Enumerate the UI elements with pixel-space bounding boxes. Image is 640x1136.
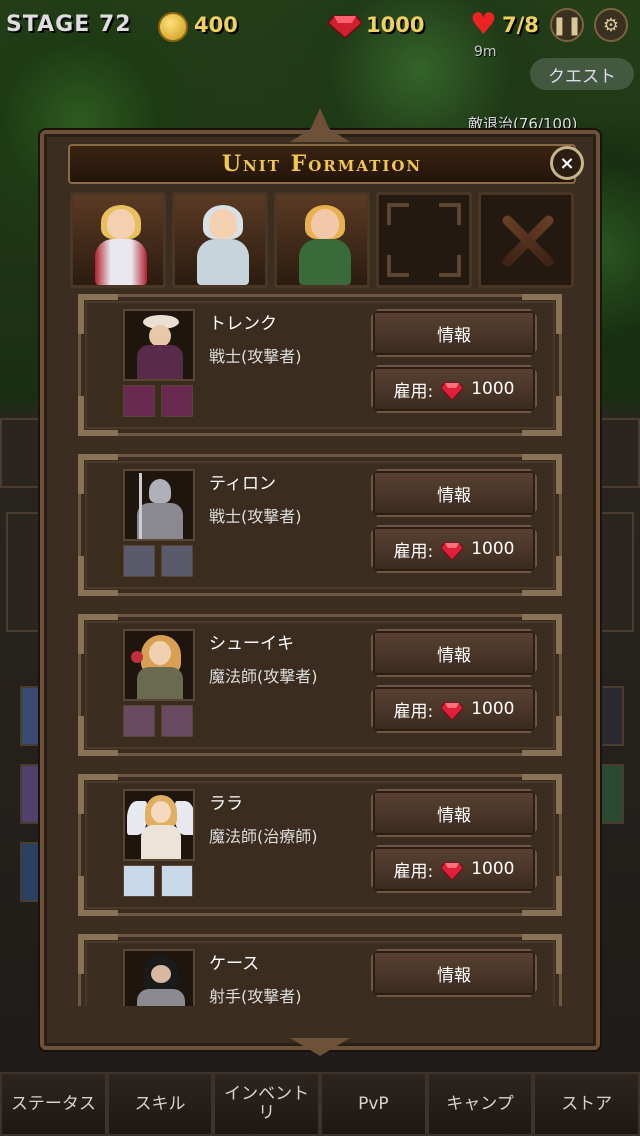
unit-sprite-icon [123,865,155,897]
hire-button[interactable]: 雇用: 1000 [371,845,537,893]
hire-cost: 1000 [471,379,515,399]
gem-icon [441,382,464,400]
crossed-swords-remove-icon [495,209,559,273]
hire-cost: 1000 [471,539,515,559]
nav-inventory[interactable]: インベント リ [213,1072,321,1136]
unit-card: ケース 射手(攻撃者) 情報 [78,934,562,1006]
hire-button[interactable]: 雇用: 1000 [371,365,537,413]
quest-button[interactable]: クエスト [530,58,634,90]
unit-card: シューイキ 魔法師(攻撃者) 情報 雇用: 1000 [78,614,562,756]
gem-icon [441,702,464,720]
settings-button[interactable]: ⚙ [594,8,628,42]
unit-name: トレンク [209,314,277,334]
unit-sprite-icon [161,865,193,897]
frame-crest-top [290,108,350,142]
unit-class: 戦士(攻撃者) [209,507,302,526]
pause-icon: ❚❚ [551,14,583,36]
nav-status[interactable]: ステータス [0,1072,107,1136]
unit-name: ティロン [209,474,276,494]
nav-store[interactable]: ストア [533,1072,640,1136]
info-button[interactable]: 情報 [371,789,537,837]
unit-portrait [123,949,195,1006]
coin-icon [158,12,188,42]
unit-sprite-icon [161,545,193,577]
unit-formation-dialog: Unit Formation × トレンク 戦士(攻撃者) 情報 雇用: 100… [40,108,600,1056]
heart-icon: ♥ [470,7,497,42]
unit-card: ララ 魔法師(治療師) 情報 雇用: 1000 [78,774,562,916]
gem-count: 1000 [366,13,425,37]
slot-corner [439,255,461,277]
unit-sprite-icon [123,705,155,737]
nav-camp[interactable]: キャンプ [426,1072,534,1136]
close-button[interactable]: × [550,146,584,180]
nav-pvp[interactable]: PvP [320,1072,427,1136]
info-button[interactable]: 情報 [371,309,537,357]
unit-portrait [123,789,195,861]
unit-portrait [123,309,195,381]
unit-sprite-icon [123,545,155,577]
slot-corner [439,203,461,225]
remove-unit-slot[interactable] [478,192,574,288]
unit-name: シューイキ [209,634,294,654]
pause-button[interactable]: ❚❚ [550,8,584,42]
unit-class: 戦士(攻撃者) [209,347,302,366]
hire-button[interactable]: 雇用: 1000 [371,525,537,573]
gear-icon: ⚙ [602,14,620,36]
unit-portrait-knight [87,203,153,285]
hire-cost: 1000 [471,859,515,879]
party-slot-3[interactable] [274,192,370,288]
close-icon: × [559,152,575,174]
party-slots [70,192,574,290]
party-slot-2[interactable] [172,192,268,288]
unit-portrait [123,469,195,541]
unit-name: ララ [209,794,243,814]
nav-skill[interactable]: スキル [106,1072,214,1136]
party-slot-empty[interactable] [376,192,472,288]
unit-card: ティロン 戦士(攻撃者) 情報 雇用: 1000 [78,454,562,596]
lives-timer: 9m [474,44,497,60]
unit-list[interactable]: トレンク 戦士(攻撃者) 情報 雇用: 1000 ティロン 戦士(攻撃者) 情報… [78,294,562,1006]
unit-card: トレンク 戦士(攻撃者) 情報 雇用: 1000 [78,294,562,436]
gem-icon [328,15,362,38]
unit-sprite-icon [161,705,193,737]
stage-label: STAGE 72 [6,12,132,37]
unit-sprite-icon [123,385,155,417]
info-button[interactable]: 情報 [371,629,537,677]
unit-class: 魔法師(治療師) [209,827,318,846]
dialog-title: Unit Formation [221,151,423,177]
unit-class: 射手(攻撃者) [209,987,302,1006]
dialog-title-bar: Unit Formation [68,144,576,184]
unit-portrait-ranger [291,203,357,285]
bottom-nav: ステータス スキル インベント リ PvP キャンプ ストア [0,1072,640,1136]
slot-corner [387,255,409,277]
gem-icon [441,542,464,560]
unit-sprite-icon [161,385,193,417]
party-slot-1[interactable] [70,192,166,288]
unit-class: 魔法師(攻撃者) [209,667,318,686]
unit-portrait [123,629,195,701]
gold-count: 400 [194,13,238,37]
info-button[interactable]: 情報 [371,949,537,997]
hire-cost: 1000 [471,699,515,719]
unit-name: ケース [209,954,260,974]
hire-button[interactable]: 雇用: 1000 [371,685,537,733]
slot-corner [387,203,409,225]
top-hud: STAGE 72 400 1000 ♥ 7/8 9m ❚❚ ⚙ クエスト 敵退治… [0,0,640,133]
unit-portrait-priestess [189,203,255,285]
gem-icon [441,862,464,880]
info-button[interactable]: 情報 [371,469,537,517]
lives-count: 7/8 [502,13,539,37]
